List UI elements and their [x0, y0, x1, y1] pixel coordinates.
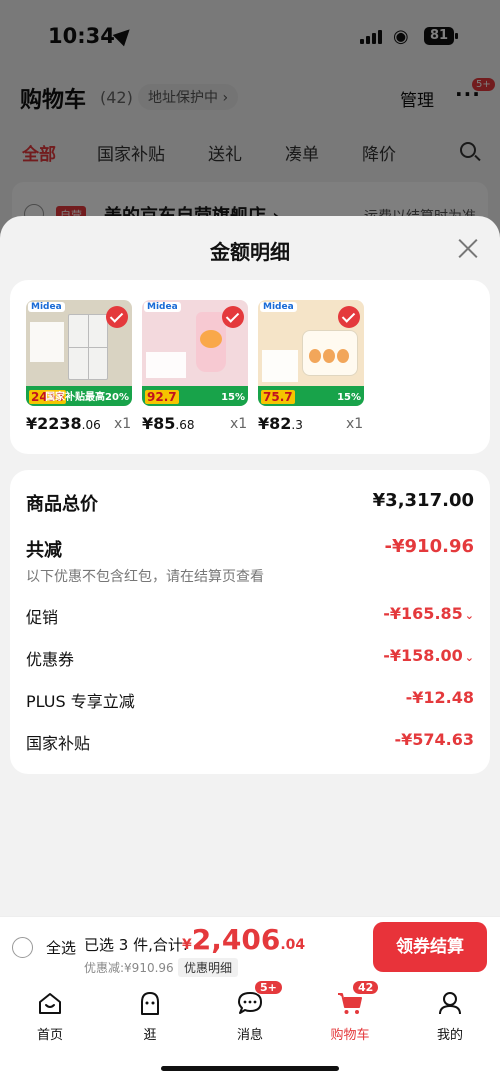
goods-total-row: 商品总价 ¥3,317.00 — [26, 490, 474, 520]
select-all-radio[interactable] — [12, 937, 33, 958]
promotion-label: 促销 — [26, 608, 59, 627]
item-qty: x1 — [346, 416, 364, 432]
coupon-value: -¥158.00 ⌄ — [383, 646, 474, 665]
spec-panel — [30, 322, 64, 362]
item-price: ¥82.3 — [258, 414, 303, 433]
promotion-value: -¥165.85 ⌄ — [383, 604, 474, 623]
discount-amount: 优惠减:¥910.96 — [84, 961, 174, 975]
fruit-image — [200, 330, 222, 348]
promo-tag: 15% — [221, 392, 245, 403]
checkout-button[interactable]: 领券结算 — [373, 922, 487, 972]
close-icon[interactable] — [456, 236, 480, 260]
home-icon — [39, 993, 61, 1014]
discount-note: 以下优惠不包含红包，请在结算页查看 — [26, 569, 264, 585]
fridge-image — [68, 314, 108, 380]
item-qty: x1 — [114, 416, 132, 432]
total-discount-row: 共减 -¥910.96 以下优惠不包含红包，请在结算页查看 — [26, 536, 474, 592]
promotion-row[interactable]: 促销 -¥165.85 ⌄ — [26, 604, 474, 630]
brand-logo: Midea — [28, 302, 65, 312]
product-thumbnail: Midea 75.7 15% — [258, 300, 364, 406]
chevron-down-icon: ⌄ — [464, 651, 474, 664]
discount-detail-chip[interactable]: 优惠明细 — [178, 958, 239, 977]
coupon-label: 优惠券 — [26, 650, 75, 669]
promo-strip: 2455 国家补贴最高20% — [26, 386, 132, 406]
egg-cooker-image — [302, 330, 358, 376]
selected-item[interactable]: Midea 92.7 15% ¥85.68 x1 — [142, 300, 250, 440]
promo-strip: 92.7 15% — [142, 386, 248, 406]
subsidy-row: 国家补贴 -¥574.63 — [26, 730, 474, 756]
tab-browse[interactable]: 逛 — [100, 986, 200, 1046]
selected-item[interactable]: Midea 2455 国家补贴最高20% ¥2238.06 x1 — [26, 300, 134, 440]
spec-panel — [262, 350, 298, 382]
goods-total-value: ¥3,317.00 — [372, 490, 474, 511]
checkout-bar: 全选 已选 3 件,合计: ¥2,406.04 优惠减:¥910.96 优惠明细… — [0, 916, 500, 978]
selected-check-icon — [222, 306, 244, 328]
tab-messages[interactable]: 消息 — [200, 986, 300, 1046]
tab-label: 逛 — [143, 1028, 157, 1043]
subsidy-label: 国家补贴 — [26, 734, 91, 753]
total-discount-value: -¥910.96 — [384, 536, 474, 557]
chevron-down-icon: ⌄ — [464, 609, 474, 622]
promo-tag: 15% — [337, 392, 361, 403]
product-thumbnail: Midea 92.7 15% — [142, 300, 248, 406]
cart-badge: 42 — [352, 980, 380, 995]
spec-panel — [146, 352, 186, 378]
selected-check-icon — [338, 306, 360, 328]
promo-price: 75.7 — [261, 390, 295, 404]
subsidy-value: -¥574.63 — [394, 730, 474, 749]
tab-cart[interactable]: 购物车 — [300, 986, 400, 1046]
brand-logo: Midea — [144, 302, 181, 312]
tab-label: 消息 — [236, 1028, 263, 1043]
brand-logo: Midea — [260, 302, 297, 312]
amount-detail-sheet: 金额明细 Midea 2455 国家补贴最高20% ¥2238.06 x1 Mi… — [0, 216, 500, 916]
promo-price: 92.7 — [145, 390, 179, 404]
plus-discount-row: PLUS 专享立减 -¥12.48 — [26, 688, 474, 714]
tab-label: 首页 — [36, 1028, 63, 1043]
item-price: ¥2238.06 — [26, 414, 101, 433]
tab-profile[interactable]: 我的 — [400, 986, 500, 1046]
item-qty: x1 — [230, 416, 248, 432]
product-thumbnail: Midea 2455 国家补贴最高20% — [26, 300, 132, 406]
selected-items-card: Midea 2455 国家补贴最高20% ¥2238.06 x1 Midea 9… — [10, 280, 490, 454]
selected-check-icon — [106, 306, 128, 328]
plus-discount-label: PLUS 专享立减 — [26, 692, 135, 711]
select-all-label[interactable]: 全选 — [46, 937, 76, 958]
item-price: ¥85.68 — [142, 414, 195, 433]
profile-icon — [439, 992, 461, 1015]
home-indicator — [161, 1066, 339, 1071]
tab-label: 我的 — [436, 1028, 463, 1043]
goods-total-label: 商品总价 — [26, 494, 98, 515]
plus-discount-value: -¥12.48 — [405, 688, 474, 707]
tab-home[interactable]: 首页 — [0, 986, 100, 1046]
messages-badge: 5+ — [254, 980, 283, 995]
total-discount-label: 共减 — [26, 540, 62, 561]
tab-label: 购物车 — [330, 1028, 370, 1043]
coupon-row[interactable]: 优惠券 -¥158.00 ⌄ — [26, 646, 474, 672]
selection-summary: 已选 3 件,合计: — [84, 936, 188, 954]
amount-detail-card: 商品总价 ¥3,317.00 共减 -¥910.96 以下优惠不包含红包，请在结… — [10, 470, 490, 774]
total-price: ¥2,406.04 — [182, 923, 306, 956]
promo-tag: 国家补贴最高20% — [45, 392, 129, 403]
browse-face-icon — [141, 992, 159, 1015]
sheet-title: 金额明细 — [210, 240, 290, 264]
selected-item[interactable]: Midea 75.7 15% ¥82.3 x1 — [258, 300, 366, 440]
promo-strip: 75.7 15% — [258, 386, 364, 406]
